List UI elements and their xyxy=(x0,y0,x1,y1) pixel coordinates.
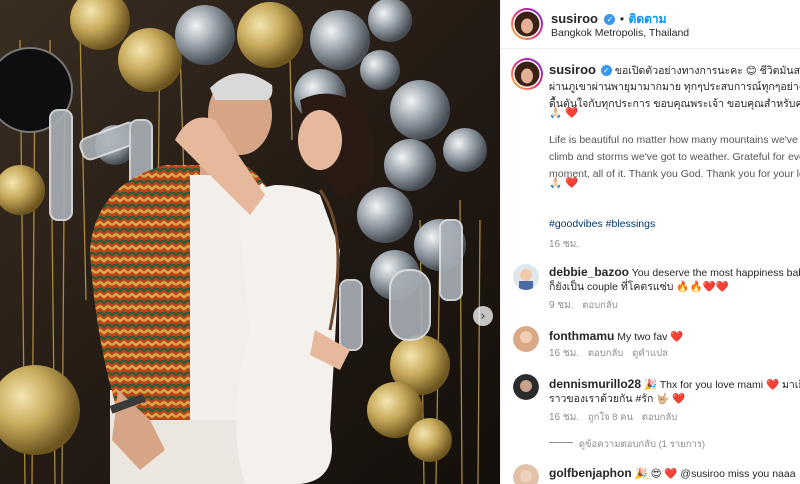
commenter-avatar[interactable] xyxy=(513,264,539,290)
next-photo-button[interactable]: › xyxy=(473,306,493,326)
reply-button[interactable]: ตอบกลับ xyxy=(582,300,618,311)
caption-emojis: 🙏🏻 ❤️ xyxy=(549,107,579,119)
view-replies-button[interactable]: ดูข้อความตอบกลับ (1 รายการ) xyxy=(579,439,705,450)
comment-likes[interactable]: ถูกใจ 8 คน xyxy=(588,412,633,423)
post-photo[interactable]: › xyxy=(0,0,500,484)
avatar-image xyxy=(513,264,539,290)
avatar-image xyxy=(513,464,539,484)
comment-text: ราวของเราด้วยกัน #รัก 🤟🏼 ❤️ xyxy=(549,393,686,405)
comment-username[interactable]: fonthmamu xyxy=(549,329,614,343)
comment-text: My two fav ❤️ xyxy=(617,331,684,343)
caption-text: ขอเปิดตัวอย่างทางการนะคะ 😊 ชีวิตมันสวยงา xyxy=(614,65,800,77)
replies-divider xyxy=(549,442,573,443)
comment-text: 🎉 😍 ❤️ @susiroo miss you naaa xyxy=(634,468,796,480)
avatar-image xyxy=(514,61,540,87)
comment-username[interactable]: debbie_bazoo xyxy=(549,265,629,279)
verified-badge-icon: ✓ xyxy=(604,14,616,25)
caption-text: ผ่านภูเขาผ่านพายุมามากมาย ทุกๆประสบการณ์… xyxy=(549,81,800,93)
follow-button[interactable]: ติดตาม xyxy=(629,12,667,26)
chevron-right-icon: › xyxy=(480,308,486,324)
reply-button[interactable]: ตอบกลับ xyxy=(642,412,678,423)
caption-author-avatar[interactable] xyxy=(513,60,541,88)
translate-button[interactable]: ดูคำแปล xyxy=(632,348,668,359)
comment-timestamp: 9 ชม. xyxy=(549,300,574,311)
verified-badge-icon: ✓ xyxy=(600,65,612,76)
caption-text: Life is beautiful no matter how many mou… xyxy=(549,134,800,146)
reply-button[interactable]: ตอบกลับ xyxy=(588,348,624,359)
comment-text: You deserve the most happiness baby! xyxy=(631,267,800,279)
comment-timestamp: 16 ชม. xyxy=(549,348,580,359)
caption-text: climb and storms we've got to weather. G… xyxy=(549,151,800,163)
avatar-image xyxy=(513,374,539,400)
avatar-image xyxy=(513,326,539,352)
post-location[interactable]: Bangkok Metropolis, Thailand xyxy=(551,27,689,39)
post-details-panel: susiroo ✓ • ติดตาม Bangkok Metropolis, T… xyxy=(500,0,800,484)
caption-timestamp: 16 ชม. xyxy=(549,239,580,250)
author-avatar[interactable] xyxy=(513,10,541,38)
commenter-avatar[interactable] xyxy=(513,326,539,352)
author-username[interactable]: susiroo xyxy=(551,11,598,26)
comment-username[interactable]: dennismurillo28 xyxy=(549,377,641,391)
comment-text: ก็ยังเป็น couple ที่โคตรแซ่บ 🔥🔥❤️❤️ xyxy=(549,281,729,293)
caption-hashtags[interactable]: #goodvibes #blessings xyxy=(549,216,800,233)
couple-photo-image xyxy=(0,0,500,484)
caption-username[interactable]: susiroo xyxy=(549,62,596,77)
comment-text: 🎉 Thx for you love mami ❤️ มาเยี่ย xyxy=(643,379,800,391)
avatar-image xyxy=(514,11,540,37)
caption-emojis: 🙏🏻 ❤️ xyxy=(549,177,579,189)
separator-dot: • xyxy=(619,12,625,26)
comment-username[interactable]: golfbenjaphon xyxy=(549,466,632,480)
commenter-avatar[interactable] xyxy=(513,374,539,400)
commenter-avatar[interactable] xyxy=(513,464,539,484)
post-header: susiroo ✓ • ติดตาม Bangkok Metropolis, T… xyxy=(501,0,800,49)
comment-timestamp: 16 ชม. xyxy=(549,412,580,423)
